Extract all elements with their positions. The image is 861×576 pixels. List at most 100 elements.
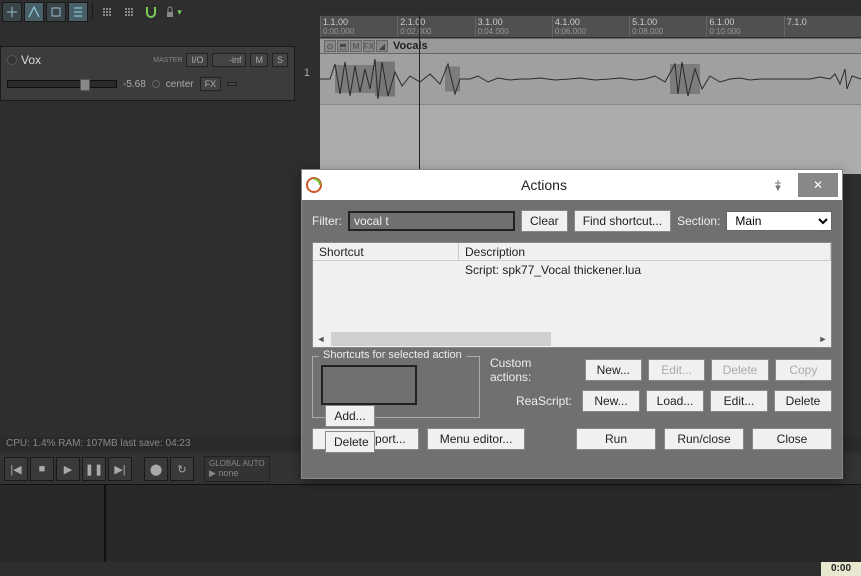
section-label: Section: bbox=[677, 214, 720, 228]
col-description[interactable]: Description bbox=[459, 243, 831, 260]
menu-editor-button[interactable]: Menu editor... bbox=[427, 428, 526, 450]
volume-slider[interactable] bbox=[7, 80, 117, 88]
grid-dots-icon[interactable] bbox=[97, 2, 117, 22]
pin-button[interactable] bbox=[758, 173, 798, 197]
pan-knob[interactable] bbox=[152, 80, 160, 88]
go-to-end-button[interactable]: ▶| bbox=[108, 457, 132, 481]
close-button[interactable]: ✕ bbox=[798, 173, 838, 197]
custom-new-button[interactable]: New... bbox=[585, 359, 642, 381]
dialog-title: Actions bbox=[330, 177, 758, 193]
shortcut-delete-button[interactable]: Delete bbox=[325, 431, 375, 453]
filter-input[interactable] bbox=[348, 211, 515, 231]
timeline-ruler[interactable]: 1.1.000:00.000 2.1.000:02.000 3.1.000:04… bbox=[320, 15, 861, 37]
app-icon bbox=[306, 177, 322, 193]
ruler-bar-6: 6.1.00 bbox=[709, 17, 734, 27]
item-name: Vocals bbox=[393, 40, 428, 52]
find-shortcut-button[interactable]: Find shortcut... bbox=[574, 210, 671, 232]
mute-button[interactable]: M bbox=[250, 53, 268, 67]
track-item-header[interactable]: ⊙ ⬒ M FX ◢ Vocals bbox=[320, 38, 861, 54]
shortcuts-legend: Shortcuts for selected action bbox=[319, 349, 466, 361]
dialog-titlebar[interactable]: Actions ✕ bbox=[302, 170, 842, 200]
shortcuts-list[interactable] bbox=[321, 365, 417, 405]
fx-bypass-button[interactable] bbox=[227, 82, 237, 86]
record-arm-button[interactable] bbox=[7, 55, 17, 65]
volume-readout: -5.68 bbox=[123, 79, 146, 90]
custom-actions-label: Custom actions: bbox=[490, 356, 575, 384]
global-automation-mode[interactable]: GLOBAL AUTO ▶ none bbox=[204, 456, 270, 482]
item-lock-icon[interactable]: ⊙ bbox=[324, 40, 336, 52]
item-env-icon[interactable]: ◢ bbox=[376, 40, 388, 52]
waveform-display bbox=[320, 54, 861, 104]
pause-button[interactable]: ❚❚ bbox=[82, 457, 106, 481]
ruler-time-6: 0:10.000 bbox=[709, 27, 740, 36]
track-control-panel[interactable]: Vox MASTER I/O -inf M S -5.68 center FX … bbox=[0, 46, 295, 101]
ruler-time-4: 0:06.000 bbox=[555, 27, 586, 36]
list-header: Shortcut Description bbox=[313, 243, 831, 261]
item-mute-icon[interactable]: ⬒ bbox=[337, 40, 349, 52]
col-shortcut[interactable]: Shortcut bbox=[313, 243, 459, 260]
dialog-close-button[interactable]: Close bbox=[752, 428, 832, 450]
solo-button[interactable]: S bbox=[272, 53, 288, 67]
actions-list[interactable]: Shortcut Description Script: spk77_Vocal… bbox=[312, 242, 832, 348]
main-toolbar: ▾ bbox=[2, 2, 183, 24]
arrange-track-2[interactable] bbox=[320, 104, 861, 174]
ruler-bar-4: 4.1.00 bbox=[555, 17, 580, 27]
lock-icon[interactable]: ▾ bbox=[163, 2, 183, 22]
go-to-start-button[interactable]: |◀ bbox=[4, 457, 28, 481]
volume-thumb[interactable] bbox=[80, 79, 90, 91]
mixer-area[interactable] bbox=[0, 484, 861, 562]
close-icon: ✕ bbox=[813, 178, 823, 192]
custom-edit-button[interactable]: Edit... bbox=[648, 359, 705, 381]
repeat-button[interactable]: ↻ bbox=[170, 457, 194, 481]
track-name[interactable]: Vox bbox=[21, 53, 149, 67]
ruler-bar-5: 5.1.00 bbox=[632, 17, 657, 27]
record-button[interactable]: ⬤ bbox=[144, 457, 168, 481]
ruler-time-2: 0:02.000 bbox=[400, 27, 431, 36]
item-fx-icon[interactable]: FX bbox=[363, 40, 375, 52]
inf-readout: -inf bbox=[212, 53, 246, 67]
auto-label-2: ▶ none bbox=[209, 468, 265, 479]
track-number: 1 bbox=[304, 67, 310, 79]
section-select[interactable]: Main bbox=[726, 211, 832, 231]
snap-icon[interactable] bbox=[141, 2, 161, 22]
stop-button[interactable]: ■ bbox=[30, 457, 54, 481]
shortcut-add-button[interactable]: Add... bbox=[325, 405, 375, 427]
item-btn-m[interactable]: M bbox=[350, 40, 362, 52]
scroll-thumb[interactable] bbox=[331, 332, 551, 346]
fx-button[interactable]: FX bbox=[200, 77, 222, 91]
mixer-divider bbox=[104, 485, 106, 562]
filter-label: Filter: bbox=[312, 214, 342, 228]
play-button[interactable]: ▶ bbox=[56, 457, 80, 481]
edit-cursor[interactable] bbox=[419, 15, 420, 175]
run-button[interactable]: Run bbox=[576, 428, 656, 450]
scroll-right-icon[interactable]: ► bbox=[815, 331, 831, 347]
shortcuts-group: Shortcuts for selected action Add... Del… bbox=[312, 356, 480, 418]
reascript-load-button[interactable]: Load... bbox=[646, 390, 704, 412]
ruler-bar-3: 3.1.00 bbox=[478, 17, 503, 27]
scroll-left-icon[interactable]: ◄ bbox=[313, 331, 329, 347]
arrange-track-1[interactable] bbox=[320, 54, 861, 104]
io-button[interactable]: I/O bbox=[186, 53, 208, 67]
grid-dots-icon-2[interactable] bbox=[119, 2, 139, 22]
toolbar-btn-2[interactable] bbox=[24, 2, 44, 22]
toolbar-btn-3[interactable] bbox=[46, 2, 66, 22]
toolbar-btn-1[interactable] bbox=[2, 2, 22, 22]
reascript-edit-button[interactable]: Edit... bbox=[710, 390, 768, 412]
clear-button[interactable]: Clear bbox=[521, 210, 568, 232]
custom-delete-button[interactable]: Delete bbox=[711, 359, 768, 381]
horizontal-scrollbar[interactable]: ◄ ► bbox=[313, 331, 831, 347]
custom-copy-button[interactable]: Copy bbox=[775, 359, 832, 381]
toolbar-btn-4[interactable] bbox=[68, 2, 88, 22]
list-row[interactable]: Script: spk77_Vocal thickener.lua bbox=[313, 261, 831, 279]
ruler-bar-2: 2.1.00 bbox=[400, 17, 425, 27]
actions-dialog: Actions ✕ Filter: Clear Find shortcut...… bbox=[301, 169, 843, 479]
pin-icon bbox=[772, 179, 784, 191]
ruler-time-3: 0:04.000 bbox=[478, 27, 509, 36]
reascript-delete-button[interactable]: Delete bbox=[774, 390, 832, 412]
master-send-label: MASTER bbox=[153, 57, 182, 64]
time-display[interactable]: 0:00 bbox=[821, 562, 861, 576]
run-close-button[interactable]: Run/close bbox=[664, 428, 744, 450]
reascript-label: ReaScript: bbox=[516, 394, 572, 408]
ruler-time-1: 0:00.000 bbox=[323, 27, 354, 36]
reascript-new-button[interactable]: New... bbox=[582, 390, 640, 412]
